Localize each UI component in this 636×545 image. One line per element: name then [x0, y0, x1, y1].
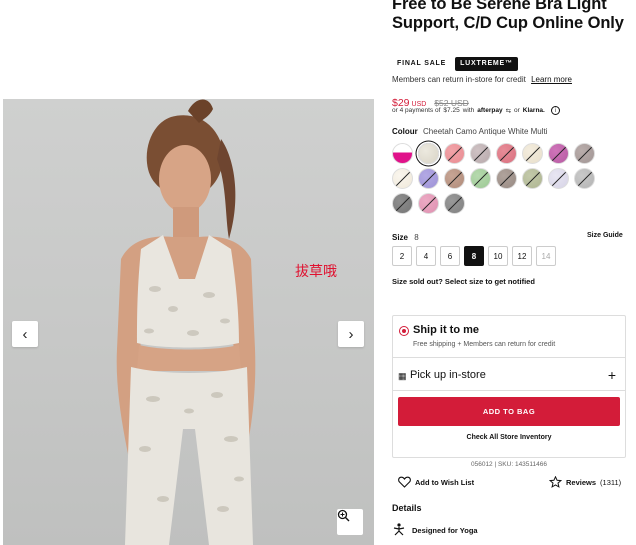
size-label: Size 8: [392, 233, 419, 242]
afterpay-logo: afterpay: [477, 107, 503, 114]
colour-value: Cheetah Camo Antique White Multi: [423, 127, 548, 136]
heart-icon: [398, 476, 411, 488]
colour-swatch-blush[interactable]: [418, 193, 439, 214]
colour-swatch-magenta[interactable]: [548, 143, 569, 164]
colour-swatch-silver[interactable]: [574, 168, 595, 189]
size-value: 8: [414, 233, 419, 242]
add-to-bag-button[interactable]: ADD TO BAG: [398, 397, 620, 426]
colour-swatch-rose[interactable]: [496, 143, 517, 164]
colour-swatch-taupe[interactable]: [574, 143, 595, 164]
details-heading: Details: [392, 503, 422, 513]
luxtreme-badge: LUXTREME™: [455, 57, 518, 71]
zoom-button[interactable]: [337, 509, 363, 535]
zoom-in-icon: [337, 509, 350, 522]
next-image-button[interactable]: ›: [338, 321, 364, 347]
final-sale-badge: FINAL SALE: [392, 57, 452, 71]
ship-title: Ship it to me: [413, 324, 479, 336]
pickup-option[interactable]: ▦ Pick up in-store +: [393, 359, 625, 391]
reviews-count: (1311): [600, 477, 622, 487]
colour-swatch-dark-grey[interactable]: [444, 193, 465, 214]
colour-swatch-lavender[interactable]: [418, 168, 439, 189]
afterpay-icon: ⇆: [505, 107, 512, 115]
colour-swatch-white-pink[interactable]: [392, 143, 413, 164]
radio-selected-icon[interactable]: [399, 326, 409, 336]
colour-swatch-mint[interactable]: [470, 168, 491, 189]
size-option-4[interactable]: 4: [416, 246, 436, 266]
colour-swatch-ivory[interactable]: [392, 168, 413, 189]
product-title: Free to Be Serene Bra Light Support, C/D…: [392, 0, 624, 32]
size-guide-link[interactable]: Size Guide: [587, 232, 623, 239]
reviews-link[interactable]: Reviews (1311): [549, 476, 621, 488]
product-image[interactable]: ‹ › 拔草哦: [3, 99, 374, 545]
ship-it-option[interactable]: Ship it to me Free shipping + Members ca…: [393, 316, 625, 358]
check-inventory-link[interactable]: Check All Store Inventory: [393, 434, 625, 441]
info-icon[interactable]: i: [550, 106, 560, 115]
star-icon: [549, 476, 562, 488]
designed-for-row: Designed for Yoga: [392, 523, 478, 537]
members-text: Members can return in-store for credit: [392, 75, 526, 84]
sku-text: 056012 | SKU: 143511466: [470, 461, 548, 468]
colour-swatch-brown-grey[interactable]: [496, 168, 517, 189]
chevron-left-icon: ‹: [22, 325, 28, 343]
colour-swatch-mocha[interactable]: [444, 168, 465, 189]
colour-swatch-grey-pattern[interactable]: [470, 143, 491, 164]
colour-swatch-charcoal[interactable]: [392, 193, 413, 214]
colour-swatch-sage[interactable]: [522, 168, 543, 189]
add-to-wishlist-button[interactable]: Add to Wish List: [398, 476, 474, 488]
model-photo: [116, 99, 256, 545]
sold-out-notice[interactable]: Size sold out? Select size to get notifi…: [392, 277, 535, 286]
colour-swatch-cheetah-camo-antique-white[interactable]: [418, 143, 439, 164]
size-option-12[interactable]: 12: [512, 246, 532, 266]
plus-icon[interactable]: +: [608, 367, 616, 383]
store-icon: ▦: [398, 371, 407, 381]
fulfillment-card: Ship it to me Free shipping + Members ca…: [392, 315, 626, 458]
colour-swatch-cream[interactable]: [522, 143, 543, 164]
size-option-6[interactable]: 6: [440, 246, 460, 266]
klarna-logo: Klarna.: [522, 107, 545, 114]
colour-swatch-pale-lilac[interactable]: [548, 168, 569, 189]
previous-image-button[interactable]: ‹: [12, 321, 38, 347]
learn-more-link[interactable]: Learn more: [531, 75, 572, 84]
colour-label: Colour Cheetah Camo Antique White Multi: [392, 127, 548, 136]
yoga-pose-icon: [393, 523, 405, 536]
watermark-text: 拔草哦: [295, 264, 337, 280]
colour-swatches: [392, 143, 612, 214]
badge-row: FINAL SALE LUXTREME™: [392, 57, 518, 71]
colour-swatch-pink-pattern[interactable]: [444, 143, 465, 164]
size-option-14[interactable]: 14: [536, 246, 556, 266]
installments-row: or 4 payments of $7.25 with afterpay ⇆ o…: [392, 106, 560, 115]
ship-subtitle: Free shipping + Members can return for c…: [413, 341, 556, 348]
size-selector: 2 4 6 8 10 12 14: [392, 246, 556, 266]
size-option-8[interactable]: 8: [464, 246, 484, 266]
members-note: Members can return in-store for credit L…: [392, 75, 572, 84]
pickup-label: Pick up in-store: [410, 369, 486, 381]
size-option-10[interactable]: 10: [488, 246, 508, 266]
size-option-2[interactable]: 2: [392, 246, 412, 266]
chevron-right-icon: ›: [348, 325, 354, 343]
